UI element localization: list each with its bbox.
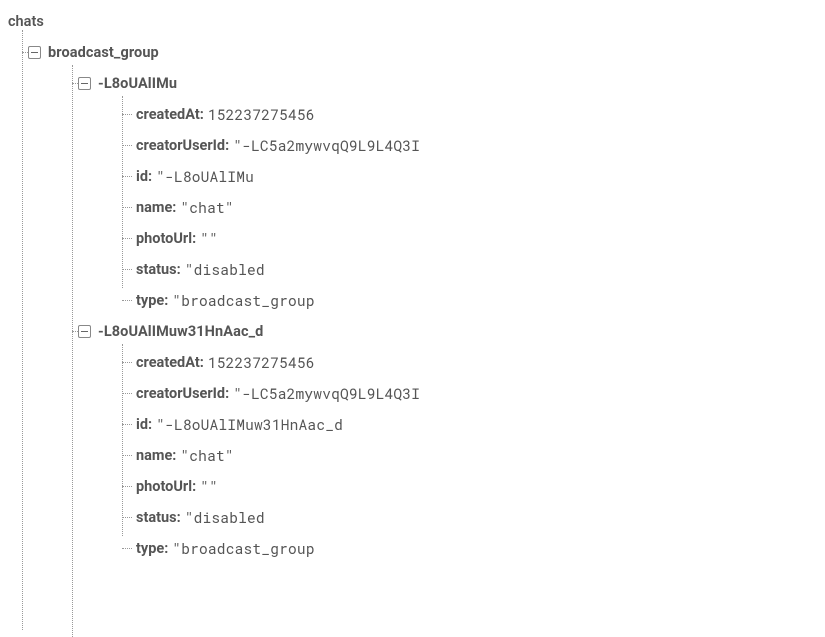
tree-connector <box>122 362 132 363</box>
tree-connector <box>122 300 132 301</box>
tree-leaf[interactable]: createdAt: 152237275456 <box>108 347 825 378</box>
tree-connector <box>122 548 132 549</box>
prop-key: type <box>136 540 164 557</box>
tree-leaf[interactable]: type: "broadcast_group <box>108 285 825 316</box>
tree-label: broadcast_group <box>48 37 159 68</box>
tree-leaf[interactable]: creatorUserId: "-LC5a2mywvqQ9L9L4Q3I <box>108 130 825 161</box>
tree-leaf[interactable]: creatorUserId: "-LC5a2mywvqQ9L9L4Q3I <box>108 378 825 409</box>
tree-leaf[interactable]: photoUrl: "" <box>108 223 825 254</box>
prop-key: createdAt <box>136 106 200 123</box>
tree-connector <box>122 207 132 208</box>
prop-value: "-L8oUAlIMu <box>156 167 254 186</box>
prop-value: "-LC5a2mywvqQ9L9L4Q3I <box>233 384 420 403</box>
tree-leaf[interactable]: name: "chat" <box>108 440 825 471</box>
prop-key: id <box>136 416 148 433</box>
prop-value: "broadcast_group <box>172 539 314 558</box>
tree-leaf[interactable]: id: "-L8oUAlIMuw31HnAac_d <box>108 409 825 440</box>
prop-key: creatorUserId <box>136 137 225 154</box>
tree-connector <box>122 455 132 456</box>
prop-key: type <box>136 292 164 309</box>
tree-connector <box>122 393 132 394</box>
prop-value: "disabled <box>185 508 265 527</box>
collapse-icon[interactable] <box>78 77 91 90</box>
tree-node: broadcast_group -L8oUAlIMu <box>16 37 825 564</box>
prop-value: "-L8oUAlIMuw31HnAac_d <box>156 415 343 434</box>
tree-row-root[interactable]: chats <box>6 6 825 37</box>
prop-value: "-LC5a2mywvqQ9L9L4Q3I <box>233 136 420 155</box>
tree-label: -L8oUAlIMu <box>98 68 177 99</box>
tree-connector <box>72 83 78 84</box>
tree-connector <box>122 517 132 518</box>
tree-leaf[interactable]: createdAt: 152237275456 <box>108 99 825 130</box>
tree-node-root: chats broadcast_group <box>6 6 825 564</box>
tree-leaf[interactable]: status: "disabled <box>108 254 825 285</box>
db-tree: chats broadcast_group <box>6 6 825 564</box>
prop-value: "" <box>200 477 218 496</box>
prop-value: "disabled <box>185 260 265 279</box>
tree-leaf[interactable]: name: "chat" <box>108 192 825 223</box>
collapse-icon[interactable] <box>78 325 91 338</box>
tree-row[interactable]: broadcast_group <box>16 37 825 68</box>
tree-row[interactable]: -L8oUAlIMu <box>56 68 825 99</box>
tree-connector <box>122 145 132 146</box>
prop-key: name <box>136 447 172 464</box>
prop-value: "chat" <box>180 198 233 217</box>
prop-value: "" <box>200 229 218 248</box>
tree-row[interactable]: -L8oUAlIMuw31HnAac_d <box>56 316 825 347</box>
prop-key: name <box>136 199 172 216</box>
tree-connector <box>122 176 132 177</box>
prop-value: 152237275456 <box>208 353 315 372</box>
prop-key: status <box>136 509 177 526</box>
prop-key: id <box>136 168 148 185</box>
prop-value: 152237275456 <box>208 105 315 124</box>
prop-key: photoUrl <box>136 230 192 247</box>
tree-connector <box>72 331 78 332</box>
tree-connector <box>22 52 28 53</box>
tree-connector <box>122 114 132 115</box>
tree-label-root: chats <box>8 6 44 37</box>
tree-node: -L8oUAlIMuw31HnAac_d createdAt: 15223727… <box>56 316 825 564</box>
prop-key: creatorUserId <box>136 385 225 402</box>
tree-connector <box>122 424 132 425</box>
prop-value: "chat" <box>180 446 233 465</box>
tree-connector <box>122 269 132 270</box>
tree-node: -L8oUAlIMu createdAt: 152237275456 <box>56 68 825 316</box>
prop-key: photoUrl <box>136 478 192 495</box>
tree-connector <box>122 486 132 487</box>
tree-leaf[interactable]: status: "disabled <box>108 502 825 533</box>
tree-leaf[interactable]: type: "broadcast_group <box>108 533 825 564</box>
collapse-icon[interactable] <box>28 46 41 59</box>
tree-leaf[interactable]: id: "-L8oUAlIMu <box>108 161 825 192</box>
tree-label: -L8oUAlIMuw31HnAac_d <box>98 316 263 347</box>
prop-key: status <box>136 261 177 278</box>
tree-connector <box>122 238 132 239</box>
prop-value: "broadcast_group <box>172 291 314 310</box>
prop-key: createdAt <box>136 354 200 371</box>
tree-leaf[interactable]: photoUrl: "" <box>108 471 825 502</box>
